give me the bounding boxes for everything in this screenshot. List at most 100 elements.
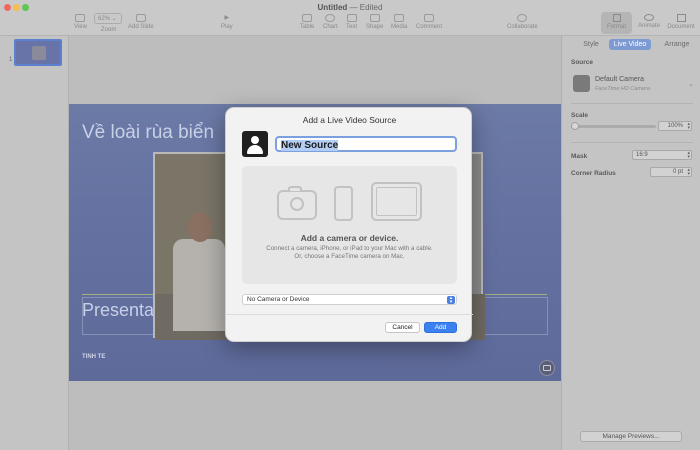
zoom-value: 62% xyxy=(98,16,111,22)
device-drop-zone: Add a camera or device. Connect a camera… xyxy=(242,166,457,284)
slide-subtitle[interactable]: Presenta xyxy=(82,300,154,321)
tab-arrange[interactable]: Arrange xyxy=(659,39,695,50)
source-name: Default Camera xyxy=(595,76,645,83)
window-title: Untitled — Edited xyxy=(0,3,700,12)
chevron-down-icon: ⌄ xyxy=(111,16,117,22)
format-label: Format xyxy=(606,24,626,30)
sidebar-icon xyxy=(75,14,86,22)
table-label: Table xyxy=(300,24,315,30)
cancel-button[interactable]: Cancel xyxy=(385,322,420,333)
source-select[interactable]: Default Camera FaceTime HD Camera ⌄ xyxy=(571,73,695,96)
camera-icon xyxy=(573,75,590,92)
play-button[interactable]: ▶ Play xyxy=(221,14,233,30)
view-button[interactable]: View xyxy=(74,14,87,30)
chart-icon xyxy=(325,14,336,22)
text-label: Text xyxy=(346,24,358,30)
scale-value: 100% xyxy=(667,123,683,129)
chart-button[interactable]: Chart xyxy=(323,14,338,30)
animate-button[interactable]: Animate xyxy=(634,12,664,34)
animate-label: Animate xyxy=(637,23,660,29)
format-inspector: Style Live Video Arrange Source Default … xyxy=(561,36,700,450)
play-label: Play xyxy=(221,24,233,30)
comment-label: Comment xyxy=(416,24,443,30)
chevron-updown-icon: ▴ ▾ xyxy=(447,296,455,305)
slide-title[interactable]: Về loài rùa biển xyxy=(82,122,214,144)
zoom-label: Zoom xyxy=(101,27,117,33)
tab-style[interactable]: Style xyxy=(575,39,607,50)
source-device: FaceTime HD Camera xyxy=(595,86,650,92)
comment-button[interactable]: Comment xyxy=(416,14,442,30)
media-button[interactable]: Media xyxy=(391,14,407,30)
iphone-icon xyxy=(334,186,353,221)
device-select-value: No Camera or Device xyxy=(247,296,310,303)
scale-label: Scale xyxy=(571,112,588,119)
camera-icon xyxy=(277,186,317,220)
dialog-title: Add a Live Video Source xyxy=(302,115,397,125)
zoom-select[interactable]: 62% ⌄ xyxy=(94,13,122,24)
person-body xyxy=(173,239,225,331)
person-head xyxy=(188,212,212,242)
image-icon xyxy=(543,365,551,371)
chart-label: Chart xyxy=(323,24,338,30)
add-button[interactable]: Add xyxy=(424,322,457,333)
person-icon xyxy=(32,46,46,60)
corner-radius-label: Corner Radius xyxy=(571,170,616,177)
collaborate-icon xyxy=(517,14,528,22)
corner-radius-value: 0 pt xyxy=(672,169,683,175)
divider xyxy=(571,103,693,104)
add-slide-label: Add Slide xyxy=(128,24,154,30)
mask-label: Mask xyxy=(571,153,588,160)
collaborate-label: Collaborate xyxy=(507,24,538,30)
source-name-text: New Source xyxy=(281,140,339,151)
divider xyxy=(226,314,473,315)
person-icon xyxy=(242,131,268,157)
stepper-icon[interactable]: ▴ ▾ xyxy=(687,122,690,131)
window-toolbar: Untitled — Edited View 62% ⌄ Zoom Add Sl… xyxy=(0,0,700,36)
mask-value: 16:9 xyxy=(636,152,648,158)
plus-icon xyxy=(135,14,146,22)
comment-icon xyxy=(424,14,434,22)
mask-select[interactable]: 16:9 ▴ ▾ xyxy=(632,150,692,160)
camera-device-select[interactable]: No Camera or Device ▴ ▾ xyxy=(242,294,457,305)
drop-zone-description: Connect a camera, iPhone, or iPad to you… xyxy=(266,245,433,260)
view-label: View xyxy=(74,24,87,30)
slide-thumbnail[interactable] xyxy=(14,39,62,66)
shape-button[interactable]: Shape xyxy=(366,14,383,30)
shape-icon xyxy=(369,14,380,22)
inspector-tabs: Style Live Video Arrange xyxy=(570,39,696,50)
shape-label: Shape xyxy=(366,24,384,30)
play-icon: ▶ xyxy=(224,15,230,21)
scale-slider[interactable] xyxy=(571,122,656,130)
collaborate-button[interactable]: Collaborate xyxy=(507,14,538,30)
media-replace-button[interactable] xyxy=(539,360,555,376)
paintbrush-icon xyxy=(612,14,621,22)
table-button[interactable]: Table xyxy=(300,14,314,30)
corner-radius-field[interactable]: 0 pt ▴ ▾ xyxy=(650,167,692,177)
format-button[interactable]: Format xyxy=(601,12,632,34)
divider xyxy=(571,142,693,143)
tab-live-video[interactable]: Live Video xyxy=(609,39,651,50)
source-label: Source xyxy=(571,59,594,66)
source-name-input[interactable]: New Source xyxy=(275,136,457,152)
manage-previews-button[interactable]: Manage Previews... xyxy=(580,431,682,442)
text-button[interactable]: Text xyxy=(346,14,357,30)
add-slide-button[interactable]: Add Slide xyxy=(128,14,154,30)
document-button[interactable]: Document xyxy=(664,12,698,34)
document-label: Document xyxy=(667,24,695,30)
slide-navigator: 1 xyxy=(0,36,69,450)
drop-zone-heading: Add a camera or device. xyxy=(300,233,399,243)
add-live-video-source-dialog: Add a Live Video Source New Source Add a… xyxy=(225,107,473,342)
slider-knob[interactable] xyxy=(571,122,579,130)
slide-author[interactable]: TINH TE xyxy=(82,354,105,360)
stepper-icon[interactable]: ▴ ▾ xyxy=(687,168,690,177)
document-title: Untitled xyxy=(317,3,348,12)
scale-field[interactable]: 100% ▴ ▾ xyxy=(658,121,692,131)
table-icon xyxy=(302,14,313,22)
stepper-icon: ▴ ▾ xyxy=(687,150,690,160)
media-label: Media xyxy=(391,24,408,30)
edited-status: — Edited xyxy=(349,3,383,12)
ipad-icon xyxy=(371,182,422,221)
slide-number: 1 xyxy=(9,57,13,63)
text-icon xyxy=(346,14,357,22)
document-icon xyxy=(676,14,686,22)
